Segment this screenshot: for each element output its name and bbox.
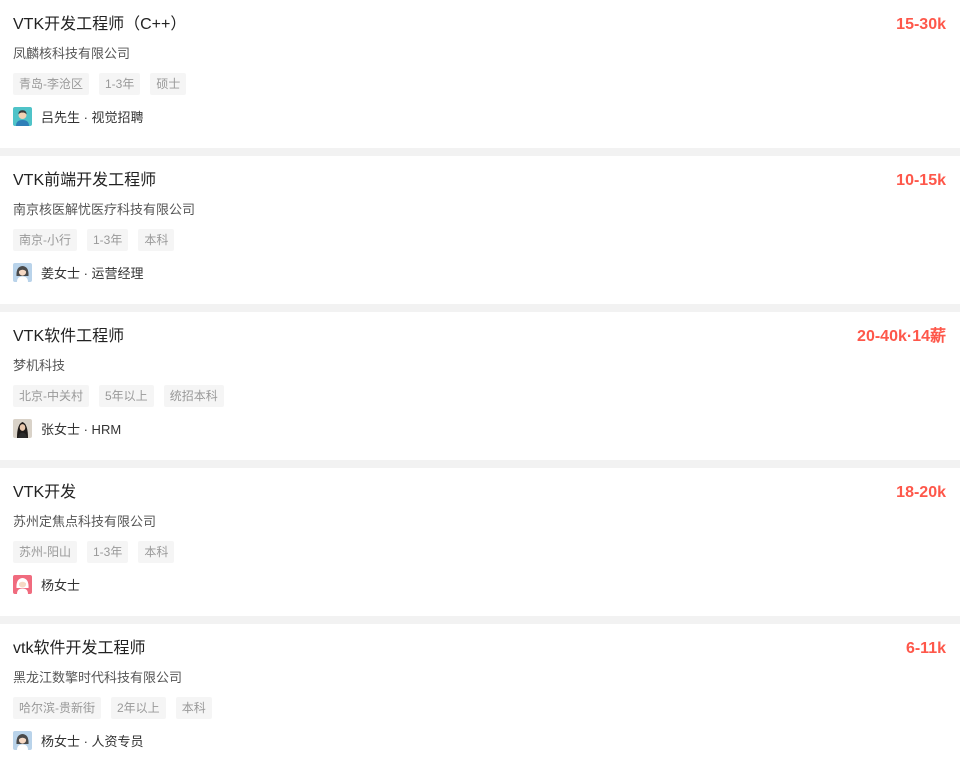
job-card[interactable]: VTK开发工程师（C++） 15-30k 凤麟核科技有限公司 青岛-李沧区 1-… xyxy=(0,0,960,148)
experience-tag: 5年以上 xyxy=(99,385,154,407)
recruiter-info[interactable]: 张女士 · HRM xyxy=(13,418,121,438)
company-name[interactable]: 苏州定焦点科技有限公司 xyxy=(13,513,156,531)
job-card[interactable]: VTK前端开发工程师 10-15k 南京核医解忧医疗科技有限公司 南京-小行 1… xyxy=(0,156,960,304)
job-list: VTK开发工程师（C++） 15-30k 凤麟核科技有限公司 青岛-李沧区 1-… xyxy=(0,0,960,759)
company-name[interactable]: 凤麟核科技有限公司 xyxy=(13,45,130,63)
job-salary: 18-20k xyxy=(896,484,946,501)
company-name[interactable]: 南京核医解忧医疗科技有限公司 xyxy=(13,201,195,219)
recruiter-info[interactable]: 吕先生 · 视觉招聘 xyxy=(13,106,144,126)
location-tag: 北京-中关村 xyxy=(13,385,89,407)
experience-tag: 2年以上 xyxy=(111,697,166,719)
job-title[interactable]: VTK软件工程师 xyxy=(13,327,124,347)
recruiter-name: 杨女士 xyxy=(41,577,81,593)
job-title[interactable]: vtk软件开发工程师 xyxy=(13,639,145,659)
job-tags: 南京-小行 1-3年 本科 xyxy=(13,229,175,251)
recruiter-name: 杨女士 · 人资专员 xyxy=(41,733,144,749)
education-tag: 统招本科 xyxy=(163,385,224,407)
recruiter-name: 吕先生 · 视觉招聘 xyxy=(41,109,144,125)
education-tag: 硕士 xyxy=(150,73,187,95)
education-tag: 本科 xyxy=(138,541,175,563)
recruiter-name: 姜女士 · 运营经理 xyxy=(41,265,144,281)
recruiter-info[interactable]: 杨女士 xyxy=(13,574,80,594)
location-tag: 哈尔滨-贵新街 xyxy=(13,697,101,719)
job-salary: 10-15k xyxy=(896,172,946,189)
location-tag: 青岛-李沧区 xyxy=(13,73,89,95)
job-card[interactable]: VTK软件工程师 20-40k·14薪 梦机科技 北京-中关村 5年以上 统招本… xyxy=(0,312,960,460)
job-salary: 20-40k·14薪 xyxy=(857,328,946,345)
male-avatar-icon xyxy=(13,106,32,126)
job-title[interactable]: VTK开发 xyxy=(13,483,76,503)
female-avatar-icon xyxy=(13,730,32,750)
job-tags: 青岛-李沧区 1-3年 硕士 xyxy=(13,73,187,95)
job-salary: 6-11k xyxy=(905,640,946,657)
female-avatar-icon xyxy=(13,574,32,594)
experience-tag: 1-3年 xyxy=(87,229,129,251)
recruiter-name: 张女士 · HRM xyxy=(41,421,122,437)
location-tag: 苏州-阳山 xyxy=(13,541,77,563)
experience-tag: 1-3年 xyxy=(87,541,129,563)
job-title[interactable]: VTK开发工程师（C++） xyxy=(13,15,186,35)
job-title[interactable]: VTK前端开发工程师 xyxy=(13,171,156,191)
job-tags: 北京-中关村 5年以上 统招本科 xyxy=(13,385,224,407)
education-tag: 本科 xyxy=(138,229,175,251)
recruiter-info[interactable]: 姜女士 · 运营经理 xyxy=(13,262,144,282)
location-tag: 南京-小行 xyxy=(13,229,77,251)
job-card[interactable]: vtk软件开发工程师 6-11k 黑龙江数擎时代科技有限公司 哈尔滨-贵新街 2… xyxy=(0,624,960,759)
job-tags: 哈尔滨-贵新街 2年以上 本科 xyxy=(13,697,212,719)
education-tag: 本科 xyxy=(175,697,212,719)
job-salary: 15-30k xyxy=(896,16,946,33)
company-name[interactable]: 黑龙江数擎时代科技有限公司 xyxy=(13,669,182,687)
female-avatar-icon xyxy=(13,262,32,282)
experience-tag: 1-3年 xyxy=(99,73,141,95)
recruiter-info[interactable]: 杨女士 · 人资专员 xyxy=(13,730,144,750)
job-card[interactable]: VTK开发 18-20k 苏州定焦点科技有限公司 苏州-阳山 1-3年 本科 杨… xyxy=(0,468,960,616)
company-name[interactable]: 梦机科技 xyxy=(13,357,65,375)
job-tags: 苏州-阳山 1-3年 本科 xyxy=(13,541,175,563)
photo-avatar-icon xyxy=(13,418,32,438)
